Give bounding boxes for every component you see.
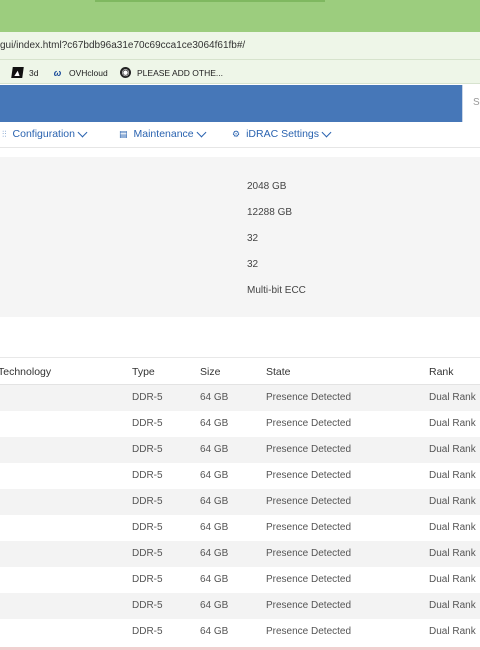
cell-size: 64 GB: [200, 418, 229, 429]
browser-titlebar: [0, 0, 480, 32]
cell-size: 64 GB: [200, 548, 229, 559]
table-row[interactable]: DDR-5 64 GB Presence Detected Dual Rank: [0, 489, 480, 515]
bookmark-please-add[interactable]: ◉ PLEASE ADD OTHE...: [120, 66, 223, 79]
column-header-rank[interactable]: Rank: [429, 366, 454, 378]
cell-state: Presence Detected: [266, 548, 352, 559]
cell-size: 64 GB: [200, 392, 229, 403]
globe-icon: ◉: [120, 67, 131, 78]
cell-rank: Dual Rank: [429, 600, 476, 611]
table-row[interactable]: DDR-5 64 GB Presence Detected Dual Rank: [0, 411, 480, 437]
cell-rank: Dual Rank: [429, 392, 476, 403]
cell-type: DDR-5: [132, 470, 163, 481]
bookmarks-bar: ▲ 3d ω OVHcloud ◉ PLEASE ADD OTHE...: [0, 60, 480, 84]
nav-label: iDRAC Settings: [246, 128, 320, 140]
sliders-icon: ⫶⫶: [2, 128, 7, 139]
cell-rank: Dual Rank: [429, 470, 476, 481]
cell-state: Presence Detected: [266, 522, 352, 533]
cell-rank: Dual Rank: [429, 444, 476, 455]
table-row[interactable]: DDR-5 64 GB Presence Detected Dual Rank: [0, 567, 480, 593]
column-header-state[interactable]: State: [266, 366, 291, 378]
table-row[interactable]: DDR-5 64 GB Presence Detected Dual Rank: [0, 619, 480, 645]
cell-type: DDR-5: [132, 444, 163, 455]
cell-type: DDR-5: [132, 626, 163, 637]
nav-label: Maintenance: [133, 128, 194, 140]
cell-state: Presence Detected: [266, 444, 352, 455]
main-nav: ⫶⫶ Configuration ▤ Maintenance ⚙ iDRAC S…: [0, 122, 480, 148]
column-header-type[interactable]: Type: [132, 366, 155, 378]
cell-state: Presence Detected: [266, 626, 352, 637]
table-row[interactable]: DDR-5 64 GB Presence Detected Dual Rank: [0, 463, 480, 489]
cell-state: Presence Detected: [266, 418, 352, 429]
cell-type: DDR-5: [132, 496, 163, 507]
max-memory-value: 12288 GB: [247, 207, 293, 218]
table-row[interactable]: DDR-5 64 GB Presence Detected Dual Rank: [0, 593, 480, 619]
cell-rank: Dual Rank: [429, 522, 476, 533]
nav-idrac-settings[interactable]: ⚙ iDRAC Settings: [232, 127, 332, 140]
bookmark-label: 3d: [29, 67, 39, 78]
cell-rank: Dual Rank: [429, 496, 476, 507]
bookmark-3d[interactable]: ▲ 3d: [11, 66, 39, 79]
search-input[interactable]: Se: [462, 85, 480, 122]
chevron-down-icon: [321, 127, 332, 137]
error-correction-value: Multi-bit ECC: [247, 285, 306, 296]
url-text[interactable]: gui/index.html?c67bdb96a31e70c69cca1ce30…: [0, 40, 245, 51]
cell-state: Presence Detected: [266, 392, 352, 403]
cell-state: Presence Detected: [266, 470, 352, 481]
cell-size: 64 GB: [200, 444, 229, 455]
cell-size: 64 GB: [200, 600, 229, 611]
cell-size: 64 GB: [200, 496, 229, 507]
bookmark-ovhcloud[interactable]: ω OVHcloud: [52, 66, 108, 79]
table-row[interactable]: DDR-5 64 GB Presence Detected Dual Rank: [0, 437, 480, 463]
cell-size: 64 GB: [200, 574, 229, 585]
cell-rank: Dual Rank: [429, 418, 476, 429]
table-row[interactable]: DDR-5 64 GB Presence Detected Dual Rank: [0, 515, 480, 541]
cell-state: Presence Detected: [266, 574, 352, 585]
3d-icon: ▲: [11, 67, 24, 78]
settings-icon: ⚙: [232, 128, 241, 139]
cell-state: Presence Detected: [266, 496, 352, 507]
cell-type: DDR-5: [132, 600, 163, 611]
cell-size: 64 GB: [200, 470, 229, 481]
slots-available-value: 32: [247, 233, 259, 244]
cell-type: DDR-5: [132, 418, 163, 429]
slots-used-value: 32: [247, 259, 259, 270]
cell-type: DDR-5: [132, 522, 163, 533]
column-header-size[interactable]: Size: [200, 366, 220, 378]
table-row[interactable]: DDR-5 64 GB Presence Detected Dual Rank: [0, 385, 480, 411]
total-memory-value: 2048 GB: [247, 181, 287, 192]
chevron-down-icon: [77, 127, 88, 137]
table-row[interactable]: DDR-5 64 GB Presence Detected Dual Rank: [0, 541, 480, 567]
cell-rank: Dual Rank: [429, 548, 476, 559]
cell-size: 64 GB: [200, 626, 229, 637]
cell-size: 64 GB: [200, 522, 229, 533]
nav-maintenance[interactable]: ▤ Maintenance: [119, 127, 207, 140]
maintenance-icon: ▤: [119, 128, 128, 139]
tab-strip-edge: [95, 0, 325, 2]
ovh-icon: ω: [53, 67, 62, 78]
memory-summary-panel: 2048 GB 12288 GB 32 32 Multi-bit ECC: [0, 157, 480, 317]
table-header: Technology Type Size State Rank: [0, 357, 480, 385]
cell-type: DDR-5: [132, 548, 163, 559]
search-placeholder: Se: [473, 97, 480, 108]
dimm-table: Technology Type Size State Rank DDR-5 64…: [0, 357, 480, 650]
nav-label: Configuration: [12, 128, 75, 140]
cell-type: DDR-5: [132, 574, 163, 585]
address-bar[interactable]: gui/index.html?c67bdb96a31e70c69cca1ce30…: [0, 32, 480, 60]
cell-rank: Dual Rank: [429, 626, 476, 637]
column-header-technology[interactable]: Technology: [0, 366, 51, 378]
idrac-header-banner: Se: [0, 85, 480, 122]
cell-state: Presence Detected: [266, 600, 352, 611]
nav-configuration[interactable]: ⫶⫶ Configuration: [2, 127, 88, 140]
cell-type: DDR-5: [132, 392, 163, 403]
chevron-down-icon: [196, 127, 207, 137]
bookmark-label: PLEASE ADD OTHE...: [137, 67, 223, 78]
bookmark-label: OVHcloud: [69, 67, 108, 78]
cell-rank: Dual Rank: [429, 574, 476, 585]
